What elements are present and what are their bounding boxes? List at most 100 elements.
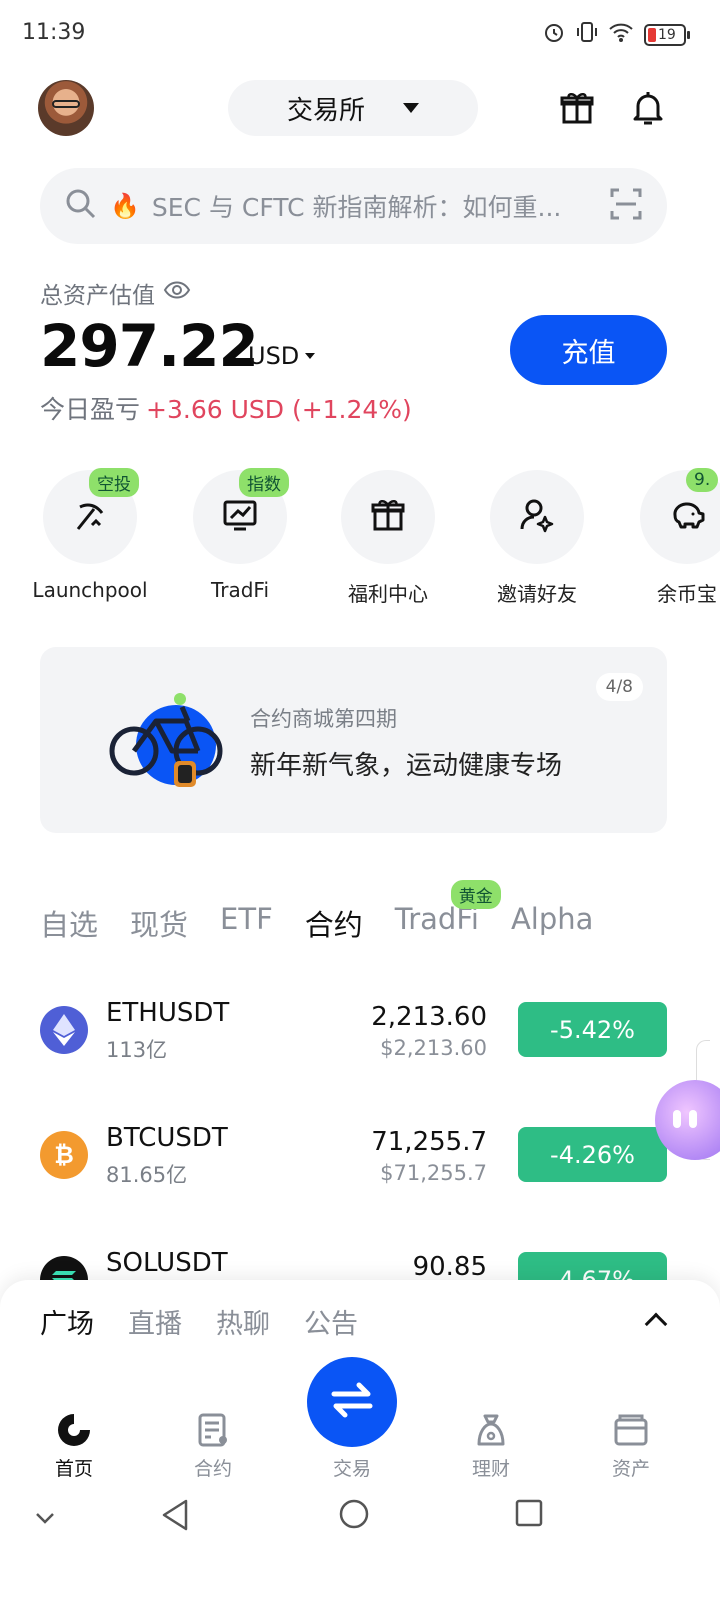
scan-icon[interactable] xyxy=(609,187,643,225)
chart-monitor-icon xyxy=(220,495,260,539)
gift-icon xyxy=(368,495,408,539)
shortcut-tradfi[interactable]: 指数 TradFi xyxy=(175,468,305,602)
fire-icon: 🔥 xyxy=(110,192,140,220)
home-circle-icon[interactable] xyxy=(338,1498,370,1534)
nav-label: 合约 xyxy=(193,1458,232,1480)
sheet-tabs: 广场 直播 热聊 公告 xyxy=(40,1302,358,1341)
shortcut-launchpool[interactable]: 空投 Launchpool xyxy=(25,468,155,602)
change-badge[interactable]: -4.26% xyxy=(518,1127,667,1182)
bell-icon[interactable] xyxy=(626,86,670,130)
finance-bag-icon xyxy=(471,1410,511,1450)
eye-icon[interactable] xyxy=(163,280,191,306)
caret-down-icon xyxy=(403,103,419,113)
tab-etf[interactable]: ETF xyxy=(220,902,273,944)
shortcut-circle xyxy=(341,470,435,564)
market-fiat-price: $71,255.7 xyxy=(380,1161,487,1185)
wallet-icon xyxy=(611,1410,651,1450)
tab-announcements[interactable]: 公告 xyxy=(304,1302,358,1341)
table-row[interactable]: ₿ BTCUSDT 81.65亿 71,255.7 $71,255.7 -4.2… xyxy=(40,1123,667,1207)
shortcut-circle: 指数 xyxy=(193,468,289,564)
nav-finance[interactable]: 理财 xyxy=(431,1410,551,1481)
total-assets-label: 总资产估值 xyxy=(40,276,191,310)
nav-label: 交易 xyxy=(332,1458,371,1480)
chevron-up-icon[interactable] xyxy=(644,1312,668,1336)
total-assets-value: 297.22 xyxy=(40,312,259,380)
shortcut-tag: 指数 xyxy=(239,468,289,497)
shortcut-label: 福利中心 xyxy=(348,582,428,606)
shortcut-label: Launchpool xyxy=(32,578,148,602)
nav-futures[interactable]: 合约 xyxy=(153,1410,273,1481)
exchange-switcher[interactable]: 交易所 xyxy=(228,80,478,136)
market-price: 71,255.7 xyxy=(371,1127,487,1157)
tab-square[interactable]: 广场 xyxy=(40,1302,94,1341)
invite-user-icon xyxy=(517,495,557,539)
tab-tradfi[interactable]: 黄金 TradFi xyxy=(395,880,501,944)
btc-icon: ₿ xyxy=(40,1131,88,1179)
shortcut-label: 余币宝 xyxy=(657,582,717,606)
status-icons: 19 xyxy=(542,20,690,49)
shortcut-label: TradFi xyxy=(210,578,270,602)
vibrate-icon xyxy=(576,20,598,49)
tab-spot[interactable]: 现货 xyxy=(130,902,188,944)
search-bar[interactable]: 🔥 SEC 与 CFTC 新指南解析：如何重... xyxy=(40,168,667,244)
nav-label: 首页 xyxy=(54,1458,93,1480)
bicycle-illustration xyxy=(106,683,226,797)
contract-icon xyxy=(193,1410,233,1450)
battery-icon: 19 xyxy=(644,23,690,46)
market-volume: 81.65亿 xyxy=(106,1163,188,1187)
bottom-sheet: 广场 直播 热聊 公告 首页 合约 交易 理财 资产 xyxy=(0,1280,720,1600)
eth-icon xyxy=(40,1006,88,1054)
pnl-value: +3.66 USD (+1.24%) xyxy=(146,395,412,424)
banner-subtitle: 合约商城第四期 xyxy=(250,707,397,731)
recent-apps-icon[interactable] xyxy=(514,1498,544,1532)
market-symbol: SOLUSDT xyxy=(106,1248,228,1278)
shortcut-circle: 空投 xyxy=(43,468,139,564)
shortcut-tag: 9. xyxy=(686,468,719,492)
tab-futures[interactable]: 合约 xyxy=(305,902,363,944)
currency-selector[interactable]: USD xyxy=(248,342,316,370)
piggy-bank-icon xyxy=(667,495,707,539)
exchange-label: 交易所 xyxy=(286,95,365,126)
shortcut-circle xyxy=(490,470,584,564)
market-fiat-price: $2,213.60 xyxy=(380,1036,487,1060)
currency-label: USD xyxy=(248,342,300,370)
tab-alpha[interactable]: Alpha xyxy=(511,902,593,944)
nav-home[interactable]: 首页 xyxy=(14,1410,134,1481)
shortcut-tag: 空投 xyxy=(89,468,139,497)
back-icon[interactable] xyxy=(160,1498,190,1536)
market-price: 2,213.60 xyxy=(371,1002,487,1032)
market-symbol: BTCUSDT xyxy=(106,1123,228,1153)
battery-level: 19 xyxy=(658,26,676,43)
gift-icon[interactable] xyxy=(555,86,599,130)
market-volume: 113亿 xyxy=(106,1038,168,1062)
swap-icon xyxy=(328,1380,376,1424)
total-assets-text: 总资产估值 xyxy=(40,283,155,309)
shortcut-label: 邀请好友 xyxy=(497,582,577,606)
banner-counter: 4/8 xyxy=(595,673,643,701)
shortcut-rewards[interactable]: 福利中心 xyxy=(323,470,453,607)
tab-watchlist[interactable]: 自选 xyxy=(40,902,98,944)
tab-hot-chat[interactable]: 热聊 xyxy=(216,1302,270,1341)
chevron-down-icon[interactable] xyxy=(34,1508,56,1532)
promo-banner[interactable]: 4/8 合约商城第四期 新年新气象，运动健康专场 xyxy=(40,647,667,833)
nav-assets[interactable]: 资产 xyxy=(571,1410,691,1481)
table-row[interactable]: ETHUSDT 113亿 2,213.60 $2,213.60 -5.42% xyxy=(40,998,667,1082)
alarm-icon xyxy=(542,20,566,49)
market-price: 90.85 xyxy=(412,1252,487,1282)
caret-down-icon xyxy=(305,353,316,359)
tab-live[interactable]: 直播 xyxy=(128,1302,182,1341)
swap-button[interactable] xyxy=(307,1357,397,1447)
shortcut-circle: 9. xyxy=(640,468,720,564)
search-hot-topic: SEC 与 CFTC 新指南解析：如何重... xyxy=(151,193,562,222)
today-pnl[interactable]: 今日盈亏 +3.66 USD (+1.24%) xyxy=(40,390,412,426)
pickaxe-icon xyxy=(70,495,110,539)
home-icon xyxy=(54,1410,94,1450)
change-badge[interactable]: -5.42% xyxy=(518,1002,667,1057)
avatar[interactable] xyxy=(38,80,94,136)
bot-eye-icon xyxy=(689,1110,697,1128)
deposit-button[interactable]: 充值 xyxy=(510,315,667,385)
shortcut-invite[interactable]: 邀请好友 xyxy=(472,470,602,607)
nav-label: 资产 xyxy=(611,1458,650,1480)
shortcut-savings[interactable]: 9. 余币宝 xyxy=(622,468,720,607)
status-time: 11:39 xyxy=(22,20,86,45)
